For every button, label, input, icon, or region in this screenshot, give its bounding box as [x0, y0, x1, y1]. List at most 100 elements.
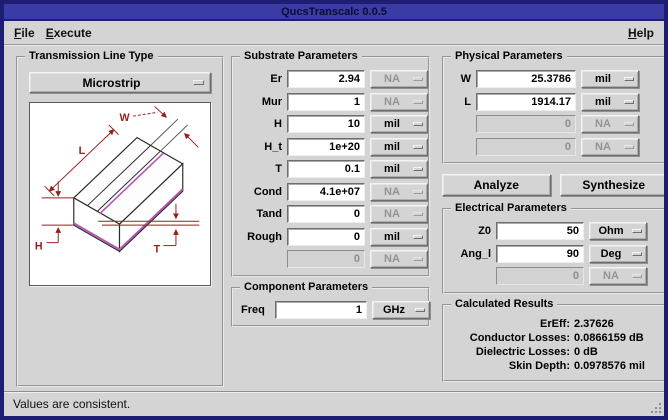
unused-unit-dropdown: NA	[589, 267, 647, 285]
ht-unit-dropdown[interactable]: mil	[370, 138, 428, 156]
l-input[interactable]	[476, 93, 576, 111]
rough-unit-dropdown[interactable]: mil	[370, 228, 428, 246]
tand-input[interactable]	[287, 205, 365, 223]
dropdown-dash-icon	[624, 77, 634, 81]
result-value: 2.37626	[570, 318, 614, 330]
tand-unit-dropdown: NA	[370, 205, 428, 223]
cond-input[interactable]	[287, 183, 365, 201]
transmission-column: Transmission Line Type Microstrip	[16, 56, 224, 389]
param-row-phys-unused-1: NA	[450, 115, 660, 133]
dropdown-dash-icon	[415, 308, 425, 312]
w-input[interactable]	[476, 70, 576, 88]
angl-input[interactable]	[496, 245, 584, 263]
app-window: QucsTranscalc 0.0.5 File Execute Help Tr…	[0, 0, 668, 420]
param-row-h: H mil	[239, 115, 422, 133]
param-row-z0: Z0 Ohm	[450, 222, 660, 240]
unit-label: NA	[582, 118, 624, 130]
physical-parameters-group: Physical Parameters W mil L mil	[442, 56, 668, 164]
param-row-l: L mil	[450, 93, 660, 111]
resize-grip-icon[interactable]	[659, 411, 661, 413]
line-type-dropdown[interactable]: Microstrip	[29, 72, 211, 93]
title-bar[interactable]: QucsTranscalc 0.0.5	[4, 4, 664, 21]
param-row-er: Er NA	[239, 70, 422, 88]
param-row-freq: Freq GHz	[239, 301, 422, 319]
dropdown-dash-icon	[413, 77, 423, 81]
physical-column: Physical Parameters W mil L mil	[442, 56, 668, 389]
z0-input[interactable]	[496, 222, 584, 240]
diagram-label-h: H	[35, 240, 43, 252]
mur-input[interactable]	[287, 93, 365, 111]
dropdown-dash-icon	[413, 190, 423, 194]
t-unit-dropdown[interactable]: mil	[370, 160, 428, 178]
result-dielectric-losses: Dielectric Losses: 0 dB	[450, 346, 660, 358]
result-label: Skin Depth:	[450, 360, 570, 372]
analyze-button[interactable]: Analyze	[442, 174, 551, 196]
menu-file[interactable]: File	[12, 24, 44, 42]
diagram-label-w: W	[120, 112, 131, 124]
unit-label: mil	[371, 231, 413, 243]
param-row-t: T mil	[239, 160, 422, 178]
ht-input[interactable]	[287, 138, 365, 156]
result-label: ErEff:	[450, 318, 570, 330]
unit-label: mil	[371, 141, 413, 153]
result-label: Dielectric Losses:	[450, 346, 570, 358]
freq-unit-dropdown[interactable]: GHz	[372, 301, 430, 319]
mur-label: Mur	[239, 96, 287, 108]
unit-label: NA	[371, 96, 413, 108]
unused-input	[496, 267, 584, 285]
group-title: Transmission Line Type	[25, 50, 158, 62]
dropdown-dash-icon	[413, 145, 423, 149]
unused-unit-dropdown: NA	[370, 250, 428, 268]
unit-label: NA	[582, 141, 624, 153]
result-value: 0.0866159 dB	[570, 332, 644, 344]
unit-label: GHz	[373, 304, 415, 316]
l-unit-dropdown[interactable]: mil	[581, 93, 639, 111]
w-label: W	[450, 73, 476, 85]
unit-label: NA	[371, 186, 413, 198]
transmission-line-type-group: Transmission Line Type Microstrip	[16, 56, 224, 387]
electrical-parameters-group: Electrical Parameters Z0 Ohm Ang_l Deg	[442, 208, 668, 294]
cond-unit-dropdown: NA	[370, 183, 428, 201]
substrate-column: Substrate Parameters Er NA Mur NA	[231, 56, 430, 389]
t-label: T	[239, 163, 287, 175]
w-unit-dropdown[interactable]: mil	[581, 70, 639, 88]
menu-help[interactable]: Help	[626, 24, 656, 42]
window-title: QucsTranscalc 0.0.5	[281, 6, 387, 18]
param-row-phys-unused-2: NA	[450, 138, 660, 156]
microstrip-diagram-panel: W L H	[29, 102, 211, 286]
param-row-elec-unused: NA	[450, 267, 660, 285]
h-unit-dropdown[interactable]: mil	[370, 115, 428, 133]
menu-bar: File Execute Help	[4, 21, 664, 45]
group-title: Electrical Parameters	[451, 202, 571, 214]
unit-label: mil	[582, 73, 624, 85]
z0-unit-dropdown[interactable]: Ohm	[589, 222, 647, 240]
substrate-parameters-group: Substrate Parameters Er NA Mur NA	[231, 56, 430, 277]
rough-input[interactable]	[287, 228, 365, 246]
unused-input	[476, 138, 576, 156]
rough-label: Rough	[239, 231, 287, 243]
dropdown-dash-icon	[632, 252, 642, 256]
unit-label: NA	[371, 208, 413, 220]
menu-execute[interactable]: Execute	[44, 24, 101, 42]
param-row-ht: H_t mil	[239, 138, 422, 156]
unit-label: NA	[590, 270, 632, 282]
tand-label: Tand	[239, 208, 287, 220]
angl-unit-dropdown[interactable]: Deg	[589, 245, 647, 263]
t-input[interactable]	[287, 160, 365, 178]
dropdown-dash-icon	[413, 167, 423, 171]
result-ereff: ErEff: 2.37626	[450, 318, 660, 330]
param-row-w: W mil	[450, 70, 660, 88]
dropdown-dash-icon	[624, 100, 634, 104]
er-input[interactable]	[287, 70, 365, 88]
result-value: 0.0978576 mil	[570, 360, 645, 372]
freq-input[interactable]	[275, 301, 367, 319]
synthesize-button[interactable]: Synthesize	[560, 174, 668, 196]
unit-label: NA	[371, 73, 413, 85]
unit-label: mil	[371, 163, 413, 175]
action-buttons: Analyze Synthesize	[442, 174, 668, 196]
group-title: Substrate Parameters	[240, 50, 362, 62]
unit-label: Ohm	[590, 225, 632, 237]
calculated-results-group: Calculated Results ErEff: 2.37626 Conduc…	[442, 304, 668, 382]
h-label: H	[239, 118, 287, 130]
h-input[interactable]	[287, 115, 365, 133]
